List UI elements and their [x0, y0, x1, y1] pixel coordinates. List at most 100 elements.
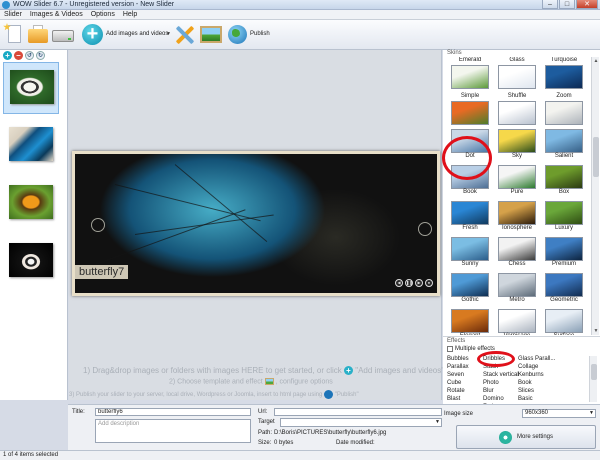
next-icon[interactable]: ▶ — [415, 279, 423, 287]
skin-premium[interactable]: Premium — [543, 237, 585, 271]
image-size-select[interactable]: 960x360 ▼ — [522, 409, 596, 418]
skin-ionosphere[interactable]: Ionosphere — [496, 201, 538, 235]
effect-item[interactable]: Blast — [447, 396, 460, 402]
thumbnail-item[interactable] — [3, 62, 59, 114]
skin-preview — [545, 201, 583, 225]
url-input[interactable] — [274, 408, 442, 416]
scroll-thumb[interactable] — [591, 364, 597, 380]
target-label: Target — [258, 419, 275, 425]
skin-preview — [451, 201, 489, 225]
effect-item[interactable]: Glass Parall... — [518, 356, 555, 362]
title-input[interactable]: butterfly6 — [95, 408, 251, 416]
skin-sunny[interactable]: Sunny — [449, 237, 491, 271]
image-options-button[interactable] — [199, 23, 223, 47]
skin-vernisage[interactable]: Vernisage — [496, 309, 538, 335]
description-input[interactable]: Add description — [95, 419, 251, 443]
slider-preview[interactable]: butterfly7 ◀ ❚❚ ▶ ● — [72, 151, 440, 296]
skin-luxury[interactable]: Luxury — [543, 201, 585, 235]
effect-item[interactable]: Kenburns — [518, 372, 544, 378]
skin-simple[interactable]: Simple — [449, 93, 491, 127]
scroll-thumb[interactable] — [593, 137, 599, 177]
publish-button[interactable] — [227, 23, 249, 47]
thumbnail-item[interactable] — [3, 236, 59, 288]
skin-sky[interactable]: Sky — [496, 129, 538, 163]
thumbnail-item[interactable] — [3, 120, 59, 172]
skin-name: Luxury — [554, 225, 573, 231]
save-button[interactable] — [51, 23, 75, 47]
skin-chess[interactable]: Chess — [496, 237, 538, 271]
menu-slider[interactable]: Slider — [0, 10, 26, 19]
slide-caption: butterfly7 — [75, 265, 129, 279]
skin-metro[interactable]: Metro — [496, 273, 538, 307]
minimize-button[interactable]: – — [542, 0, 558, 9]
effect-item[interactable]: Basic — [518, 396, 533, 402]
publish-label[interactable]: Publish — [250, 31, 270, 37]
add-plus-icon: + — [344, 366, 354, 376]
checkbox-icon[interactable] — [447, 346, 453, 352]
pause-icon[interactable]: ❚❚ — [405, 279, 413, 287]
menu-bar: Slider Images & Videos Options Help — [0, 10, 600, 20]
target-select[interactable]: ▼ — [280, 418, 442, 427]
effects-scrollbar[interactable] — [589, 356, 597, 402]
effect-item[interactable]: Domino — [483, 396, 504, 402]
add-images-button[interactable]: + — [81, 23, 105, 47]
skin-salient[interactable]: Salient — [543, 129, 585, 163]
skin-name: Fresh — [462, 225, 478, 231]
skin-name: Sky — [511, 153, 522, 159]
skin-glass[interactable]: Glass — [496, 57, 538, 91]
effect-item[interactable]: Parallax — [447, 364, 469, 370]
skins-grid: Emerald Glass Turquoise Simple Shuffle Zoom Do… — [446, 57, 591, 335]
scroll-up-icon[interactable]: ▲ — [592, 57, 600, 65]
skin-emerald[interactable]: Emerald — [449, 57, 491, 91]
skins-scrollbar[interactable]: ▲ ▼ — [591, 57, 599, 335]
new-slider-button[interactable] — [3, 23, 25, 47]
skin-preview — [545, 273, 583, 297]
effect-item[interactable]: Bubbles — [447, 356, 469, 362]
remove-thumb-button[interactable]: – — [14, 51, 23, 60]
effect-item[interactable]: Stack vertical — [483, 372, 519, 378]
maximize-button[interactable]: □ — [559, 0, 575, 9]
rotate-left-button[interactable]: ↺ — [25, 51, 34, 60]
effect-item[interactable]: Book — [518, 380, 532, 386]
slide-image — [75, 154, 437, 293]
skin-zoom[interactable]: Zoom — [543, 93, 585, 127]
add-thumb-button[interactable]: + — [3, 51, 12, 60]
effect-item[interactable]: Blur — [483, 388, 494, 394]
skin-geometric[interactable]: Geometric — [543, 273, 585, 307]
skin-box[interactable]: Box — [543, 165, 585, 199]
add-dropdown-arrow[interactable]: ▼ — [166, 31, 171, 37]
more-settings-button[interactable]: More settings — [456, 425, 596, 449]
skin-preview — [498, 129, 536, 153]
add-images-label[interactable]: Add images and videos — [106, 31, 168, 37]
menu-images-videos[interactable]: Images & Videos — [26, 10, 87, 19]
skin-turquoise[interactable]: Turquoise — [543, 57, 585, 91]
skin-shuffle[interactable]: Shuffle — [496, 93, 538, 127]
skin-pure[interactable]: Pure — [496, 165, 538, 199]
skin-name: Shuffle — [507, 93, 527, 99]
skin-gothic[interactable]: Gothic — [449, 273, 491, 307]
path-label: Path: — [258, 430, 273, 436]
effect-item[interactable]: Rotate — [447, 388, 465, 394]
thumbnail-image — [9, 127, 53, 161]
effect-item[interactable]: Photo — [483, 380, 499, 386]
decor-ornament — [418, 222, 432, 236]
tools-button[interactable] — [173, 23, 197, 47]
effect-item[interactable]: Slices — [518, 388, 534, 394]
skin-name: Surface — [543, 333, 585, 335]
bullet-icon[interactable]: ● — [425, 279, 433, 287]
skin-fresh[interactable]: Fresh — [449, 201, 491, 235]
scroll-down-icon[interactable]: ▼ — [592, 327, 600, 335]
slider-preview-area[interactable]: butterfly7 ◀ ❚❚ ▶ ● 1) Drag&drop images … — [69, 50, 444, 400]
rotate-right-button[interactable]: ↻ — [36, 51, 45, 60]
effect-item[interactable]: Collage — [518, 364, 538, 370]
close-button[interactable]: ✕ — [576, 0, 598, 9]
effect-item[interactable]: Cube — [447, 380, 461, 386]
menu-help[interactable]: Help — [119, 10, 141, 19]
prev-icon[interactable]: ◀ — [395, 279, 403, 287]
skin-surface[interactable]: Surface — [543, 309, 585, 335]
open-button[interactable] — [27, 23, 49, 47]
menu-options[interactable]: Options — [87, 10, 119, 19]
skin-elegant[interactable]: Elegant — [449, 309, 491, 335]
effect-item[interactable]: Seven — [447, 372, 464, 378]
thumbnail-item[interactable] — [3, 178, 59, 230]
